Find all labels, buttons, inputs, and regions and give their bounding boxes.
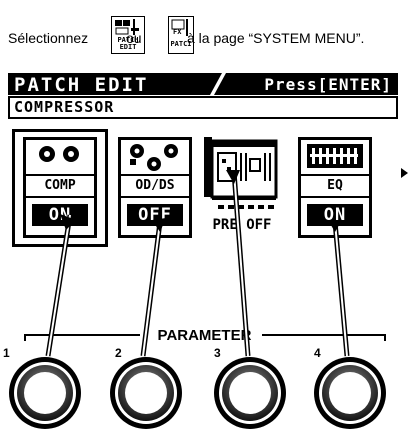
parameter-knob-1 [9,357,81,429]
parameter-knobs [9,357,386,429]
parameter-knob-3 [214,357,286,429]
parameter-knob-4 [314,357,386,429]
parameter-knob-2 [110,357,182,429]
